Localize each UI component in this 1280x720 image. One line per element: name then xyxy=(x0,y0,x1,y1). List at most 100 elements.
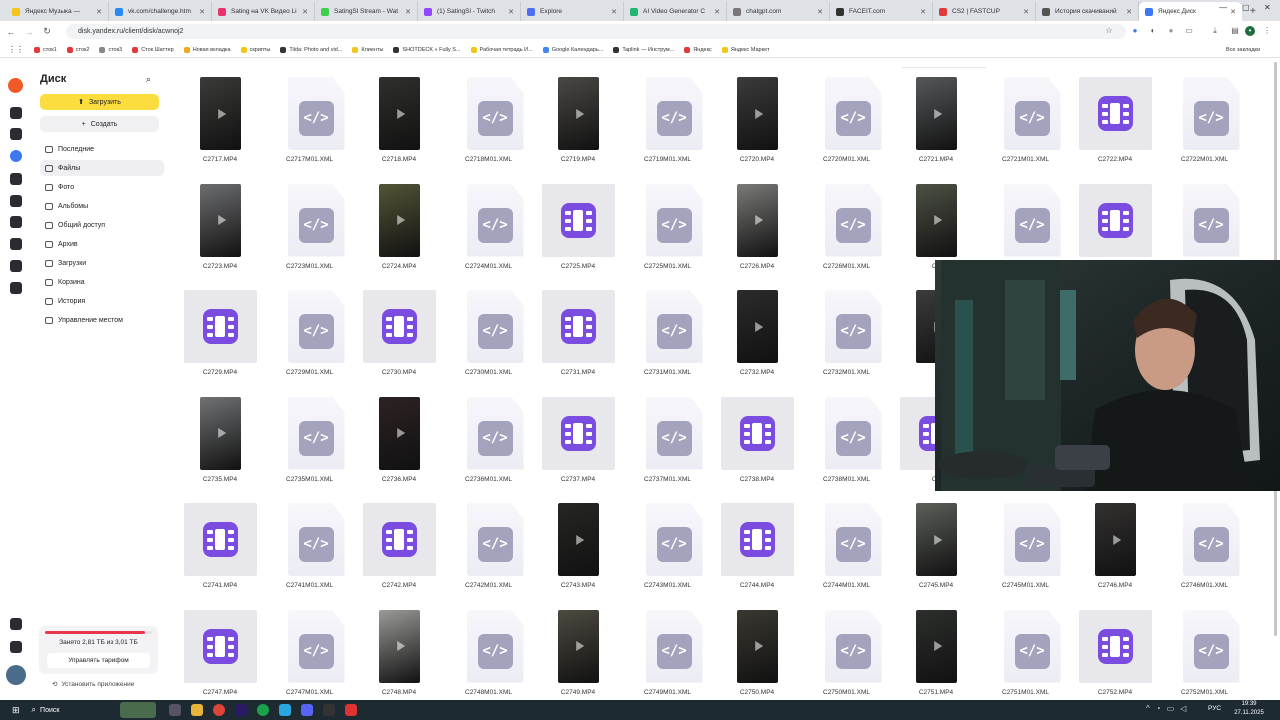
sidebar-item-downloads[interactable]: Загрузки xyxy=(40,255,164,271)
tab-8[interactable]: FACEIT.com ✕ xyxy=(830,2,933,21)
file-item[interactable]: C2742.MP4 xyxy=(354,503,444,603)
file-item[interactable]: C2736.MP4 xyxy=(354,396,444,497)
bookmark-item[interactable]: скрипты xyxy=(240,46,270,53)
maximize-icon[interactable]: ▢ xyxy=(1242,3,1250,12)
yandex-logo-icon[interactable] xyxy=(8,78,23,93)
create-button[interactable]: + Создать xyxy=(40,116,159,132)
bookmark-item[interactable]: Google Календарь... xyxy=(542,46,603,53)
file-item[interactable]: </> C2726M01.XML xyxy=(802,183,892,284)
bookmark-item[interactable]: Яндекс xyxy=(684,46,712,53)
file-item[interactable]: C2752.MP4 xyxy=(1070,609,1160,701)
close-tab-icon[interactable]: ✕ xyxy=(611,8,617,16)
extension-icon[interactable]: ◐ xyxy=(1148,26,1158,36)
minimize-icon[interactable]: — xyxy=(1219,3,1227,12)
all-bookmarks-link[interactable]: Все закладки xyxy=(1226,47,1260,53)
avatar[interactable] xyxy=(6,665,26,685)
avatar[interactable]: • xyxy=(1245,26,1255,36)
close-tab-icon[interactable]: ✕ xyxy=(714,8,720,16)
file-item[interactable]: C2748.MP4 xyxy=(354,609,444,701)
install-app-link[interactable]: ⟲ Установить приложение xyxy=(52,680,134,689)
all-services-icon[interactable] xyxy=(10,282,22,294)
close-tab-icon[interactable]: ✕ xyxy=(199,8,205,16)
file-item[interactable]: </> C2717M01.XML xyxy=(265,77,355,177)
bookmark-item[interactable]: сток2 xyxy=(66,46,89,53)
file-item[interactable]: C2735.MP4 xyxy=(175,396,265,497)
new-tab-button[interactable]: + xyxy=(1250,2,1256,21)
sidebar-item-files[interactable]: Файлы xyxy=(40,160,164,176)
close-tab-icon[interactable]: ✕ xyxy=(302,8,308,16)
close-tab-icon[interactable]: ✕ xyxy=(1023,8,1029,16)
file-item[interactable]: </> C2725M01.XML xyxy=(623,183,713,284)
file-item[interactable]: </> C2731M01.XML xyxy=(623,290,713,390)
xbox-icon[interactable] xyxy=(257,704,270,716)
close-tab-icon[interactable]: ✕ xyxy=(405,8,411,16)
sidebar-item-history[interactable]: История xyxy=(40,293,164,309)
file-item[interactable]: C2745.MP4 xyxy=(891,503,981,603)
file-item[interactable]: </> C2736M01.XML xyxy=(444,396,534,497)
back-icon[interactable]: ← xyxy=(4,27,18,37)
file-item[interactable]: </> C2748M01.XML xyxy=(444,609,534,701)
sidebar-item-recent[interactable]: Последние xyxy=(40,141,164,157)
app-icon[interactable] xyxy=(345,704,358,716)
file-item[interactable]: </> C2742M01.XML xyxy=(444,503,534,603)
tab-10[interactable]: История скачиваний ✕ xyxy=(1036,2,1139,21)
manage-plan-button[interactable]: Управлять тарифом xyxy=(47,653,150,668)
file-item[interactable]: </> C2732M01.XML xyxy=(802,290,892,390)
close-window-icon[interactable]: ✕ xyxy=(1264,3,1271,12)
file-item[interactable]: C2738.MP4 xyxy=(712,396,802,497)
discord-icon[interactable] xyxy=(301,704,314,716)
file-item[interactable]: </> C2729M01.XML xyxy=(265,290,355,390)
extensions-puzzle-icon[interactable]: ▭ xyxy=(1184,26,1194,36)
file-item[interactable]: </> C2718M01.XML xyxy=(444,77,534,177)
tab-5[interactable]: Explore ✕ xyxy=(521,2,624,21)
file-item[interactable]: C2729.MP4 xyxy=(175,290,265,390)
volume-icon[interactable]: ◁ xyxy=(1180,704,1186,713)
file-item[interactable]: </> C2746M01.XML xyxy=(1160,503,1250,603)
taskbar-search[interactable]: Поиск xyxy=(40,707,120,714)
file-item[interactable]: </> C2744M01.XML xyxy=(802,503,892,603)
download-icon[interactable]: ⤓ xyxy=(1210,26,1220,36)
tab-9[interactable]: CS2 | FASTCUP ✕ xyxy=(933,2,1036,21)
file-item[interactable]: C2723.MP4 xyxy=(175,183,265,284)
sidebar-item-photo[interactable]: Фото xyxy=(40,179,164,195)
star-icon[interactable]: ☆ xyxy=(1104,26,1114,36)
file-item[interactable]: C2730.MP4 xyxy=(354,290,444,390)
tab-7[interactable]: chatgpt.com ✕ xyxy=(727,2,830,21)
file-item[interactable]: </> C2752M01.XML xyxy=(1160,609,1250,701)
disk-icon[interactable] xyxy=(10,150,22,162)
extension-icon[interactable]: ● xyxy=(1166,26,1176,36)
bookmark-item[interactable]: SHOTDECK » Fully S... xyxy=(393,46,461,53)
file-item[interactable]: </> C2747M01.XML xyxy=(265,609,355,701)
file-item[interactable]: </> C2743M01.XML xyxy=(623,503,713,603)
file-item[interactable]: </> C2724M01.XML xyxy=(444,183,534,284)
task-view-icon[interactable] xyxy=(169,704,182,716)
file-item[interactable]: C2746.MP4 xyxy=(1070,503,1160,603)
mail-icon[interactable] xyxy=(10,128,22,140)
file-item[interactable]: </> C2721M01.XML xyxy=(981,77,1071,177)
upload-button[interactable]: ⬆ Загрузить xyxy=(40,94,159,110)
premiere-icon[interactable] xyxy=(235,704,248,716)
sidebar-item-trash[interactable]: Корзина xyxy=(40,274,164,290)
tab-2[interactable]: Sating на VK Видео Li ✕ xyxy=(212,2,315,21)
bookmark-item[interactable]: сток1 xyxy=(34,46,57,53)
explorer-icon[interactable] xyxy=(191,704,204,716)
file-item[interactable]: C2749.MP4 xyxy=(533,609,623,701)
security-icon[interactable] xyxy=(10,238,22,250)
file-item[interactable]: C2726.MP4 xyxy=(712,183,802,284)
file-item[interactable]: C2717.MP4 xyxy=(175,77,265,177)
file-item[interactable]: C2737.MP4 xyxy=(533,396,623,497)
file-item[interactable]: C2732.MP4 xyxy=(712,290,802,390)
file-item[interactable]: C2747.MP4 xyxy=(175,609,265,701)
sidebar-item-archive[interactable]: Архив xyxy=(40,236,164,252)
cloud-icon[interactable] xyxy=(10,107,22,119)
profile-icon[interactable]: ▤ xyxy=(1230,26,1240,36)
tab-1[interactable]: vk.com/challenge.htm ✕ xyxy=(109,2,212,21)
file-item[interactable]: C2743.MP4 xyxy=(533,503,623,603)
obs-icon[interactable] xyxy=(323,704,336,716)
url-field[interactable]: disk.yandex.ru/client/disk/acwnoj2 xyxy=(66,24,1126,39)
file-item[interactable]: C2719.MP4 xyxy=(533,77,623,177)
close-tab-icon[interactable]: ✕ xyxy=(508,8,514,16)
file-item[interactable]: C2751.MP4 xyxy=(891,609,981,701)
sidebar-item-manage-space[interactable]: Управление местом xyxy=(40,312,164,328)
bookmark-item[interactable]: Tilda: Photo and vid... xyxy=(280,46,342,53)
